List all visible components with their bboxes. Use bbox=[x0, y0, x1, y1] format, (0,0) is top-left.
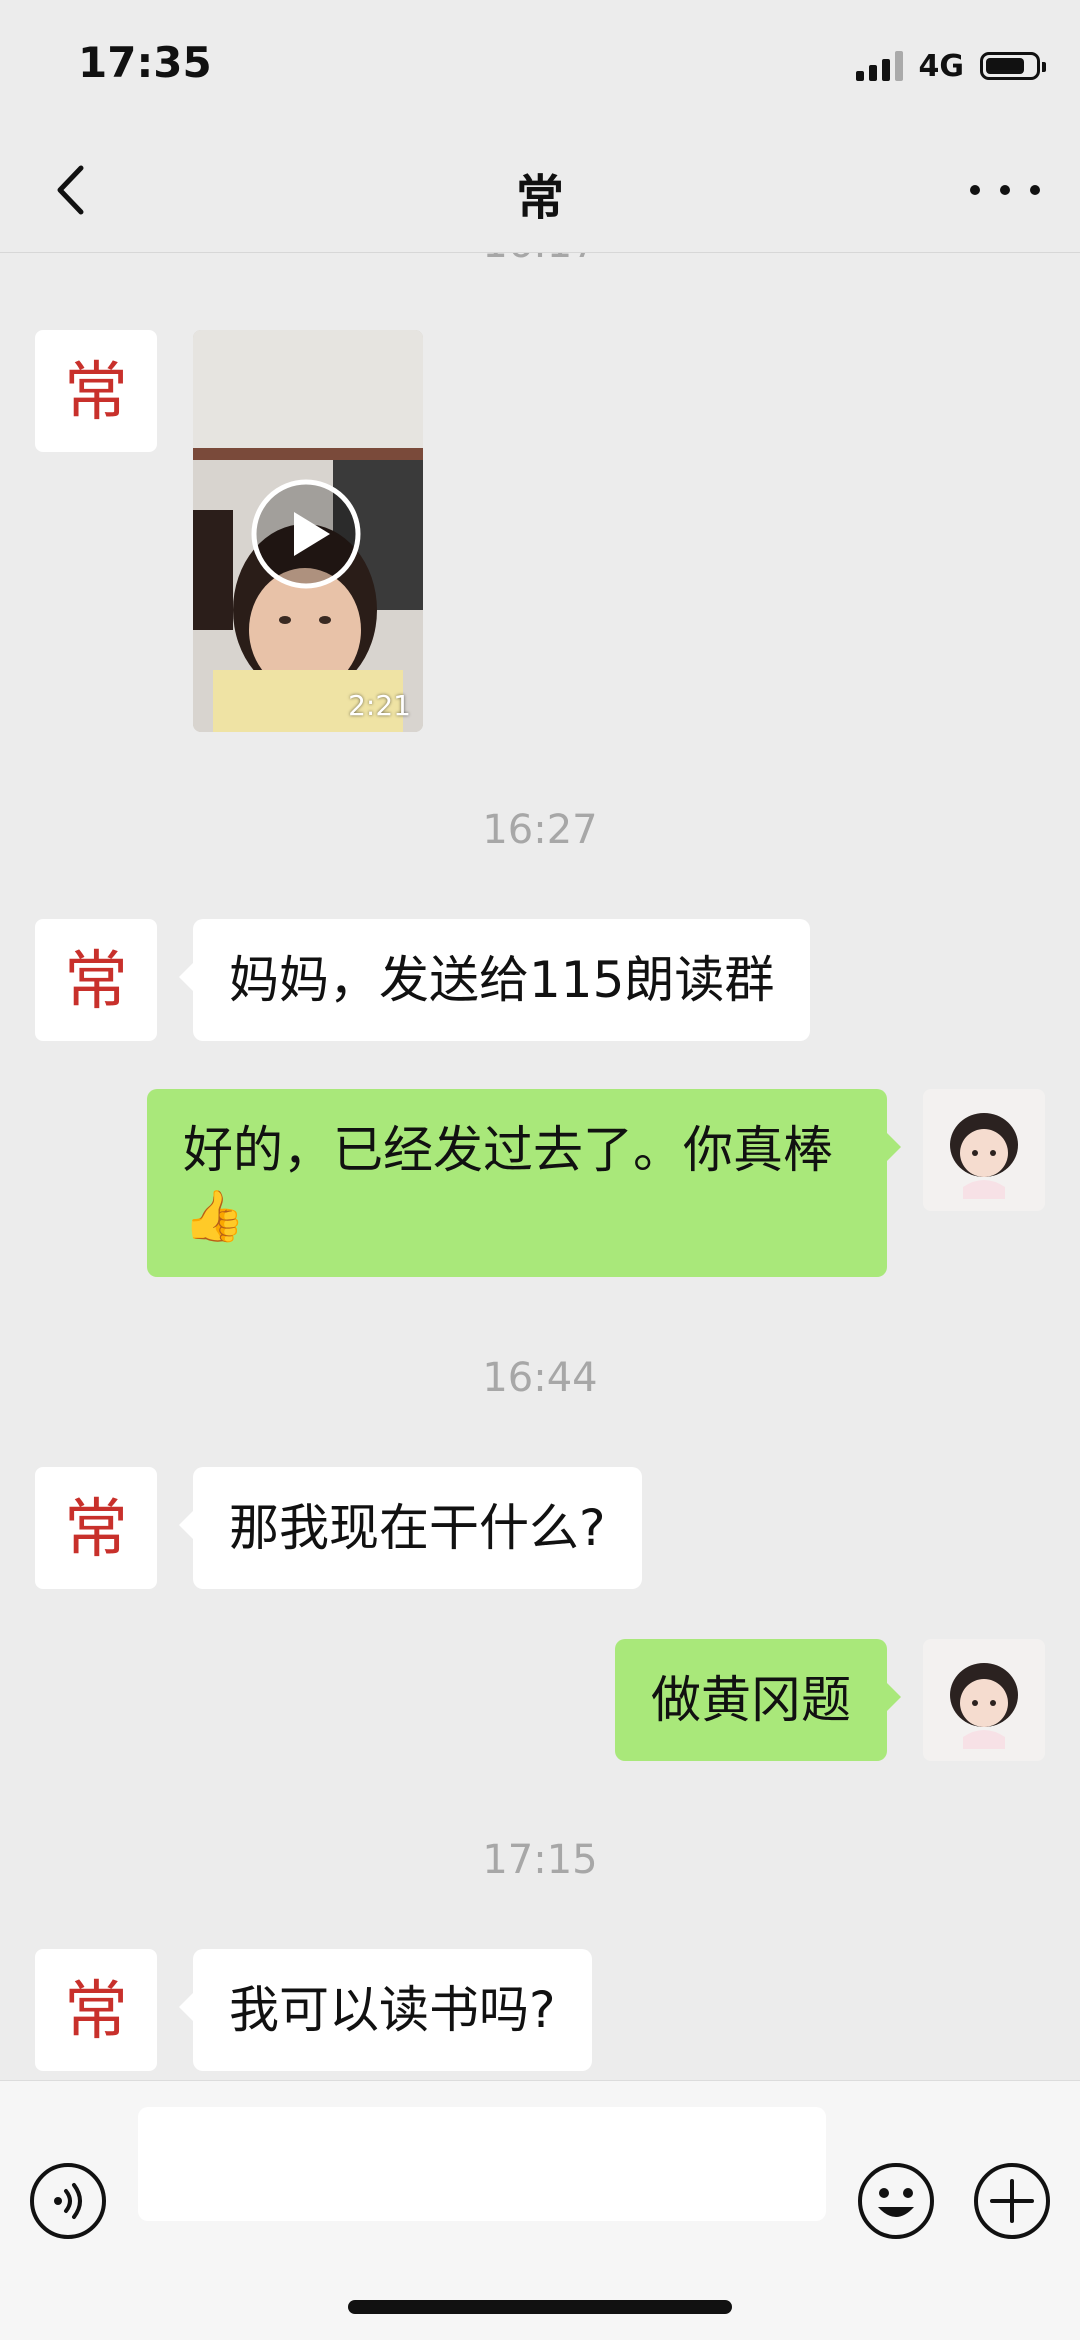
svg-text:常: 常 bbox=[64, 1493, 128, 1567]
video-duration: 2:21 bbox=[348, 689, 411, 722]
plus-icon[interactable] bbox=[972, 2161, 1052, 2241]
girl-avatar-image bbox=[923, 1089, 1045, 1211]
more-button[interactable] bbox=[970, 172, 1040, 208]
avatar-char-image: 常 bbox=[64, 945, 128, 1019]
chat-messages[interactable]: 16:17 常 2:21 16:27 常 妈妈，发送给11 bbox=[0, 253, 1080, 2080]
status-bar: 17:35 4G bbox=[0, 0, 1080, 130]
outgoing-message[interactable]: 好的，已经发过去了。你真棒👍 bbox=[147, 1089, 901, 1277]
user-avatar[interactable] bbox=[923, 1639, 1045, 1761]
user-avatar[interactable] bbox=[923, 1089, 1045, 1211]
incoming-message[interactable]: 我可以读书吗? bbox=[179, 1949, 592, 2071]
contact-avatar[interactable]: 常 bbox=[35, 330, 157, 452]
status-indicators: 4G bbox=[855, 48, 1046, 84]
contact-avatar[interactable]: 常 bbox=[35, 1949, 157, 2071]
message-timestamp: 16:17 bbox=[0, 253, 1080, 267]
status-time: 17:35 bbox=[78, 38, 212, 87]
avatar-char-image: 常 bbox=[64, 356, 128, 430]
contact-avatar[interactable]: 常 bbox=[35, 1467, 157, 1589]
contact-avatar[interactable]: 常 bbox=[35, 919, 157, 1041]
play-icon[interactable] bbox=[250, 478, 362, 590]
svg-text:常: 常 bbox=[64, 945, 128, 1019]
voice-icon[interactable] bbox=[28, 2161, 108, 2241]
emoji-icon[interactable] bbox=[856, 2161, 936, 2241]
avatar-char: 常 bbox=[64, 356, 128, 430]
avatar-char-image: 常 bbox=[64, 1493, 128, 1567]
signal-icon bbox=[855, 51, 903, 81]
battery-icon bbox=[980, 52, 1046, 80]
ellipsis-icon bbox=[970, 185, 980, 195]
message-input[interactable] bbox=[138, 2107, 826, 2221]
video-message[interactable]: 2:21 bbox=[193, 330, 423, 732]
svg-text:常: 常 bbox=[64, 1975, 128, 2049]
outgoing-message[interactable]: 做黄冈题 bbox=[615, 1639, 901, 1761]
girl-avatar-image bbox=[923, 1639, 1045, 1761]
nav-bar: 常 bbox=[0, 130, 1080, 253]
message-timestamp: 17:15 bbox=[482, 1837, 598, 1883]
avatar-char-image: 常 bbox=[64, 1975, 128, 2049]
home-indicator[interactable] bbox=[348, 2300, 732, 2314]
message-timestamp: 16:44 bbox=[482, 1355, 598, 1401]
incoming-message[interactable]: 那我现在干什么? bbox=[179, 1467, 642, 1589]
network-type: 4G bbox=[918, 48, 965, 84]
message-timestamp: 16:27 bbox=[482, 807, 598, 853]
chat-title: 常 bbox=[515, 170, 564, 226]
incoming-message[interactable]: 妈妈，发送给115朗读群 bbox=[178, 919, 811, 1041]
